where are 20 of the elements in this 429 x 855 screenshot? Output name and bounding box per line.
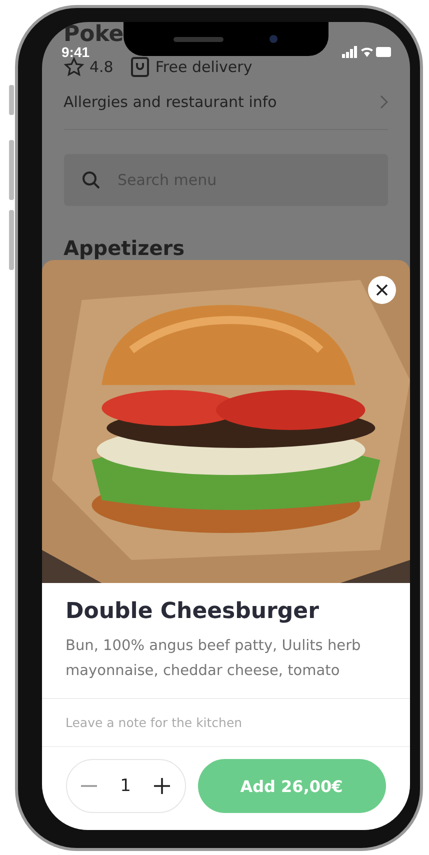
search-icon: [82, 171, 100, 189]
minus-icon: [80, 785, 98, 787]
plus-icon: [153, 777, 172, 795]
section-title: Appetizers: [64, 236, 186, 260]
item-description: Bun, 100% angus beef patty, Uulits herb mayonnaise, cheddar cheese, tomato: [66, 637, 362, 681]
delivery-info: Free delivery: [155, 58, 252, 76]
chevron-icon: [380, 95, 388, 109]
rating: 4.8: [90, 58, 114, 76]
quantity: 1: [120, 776, 131, 796]
restaurant-name: Poke: [64, 23, 124, 47]
camera-lens: [270, 35, 278, 43]
status-time: 9:41: [62, 44, 90, 60]
add-button[interactable]: Add 26,00€: [198, 759, 386, 813]
star-icon: [64, 57, 84, 77]
speaker-grille: [174, 36, 224, 42]
item-name: Double Cheesburger: [66, 599, 320, 624]
close-icon: [376, 284, 388, 296]
info-link[interactable]: Allergies and restaurant info: [64, 77, 388, 130]
bag-icon: [131, 57, 150, 77]
status-icons: [342, 46, 392, 58]
